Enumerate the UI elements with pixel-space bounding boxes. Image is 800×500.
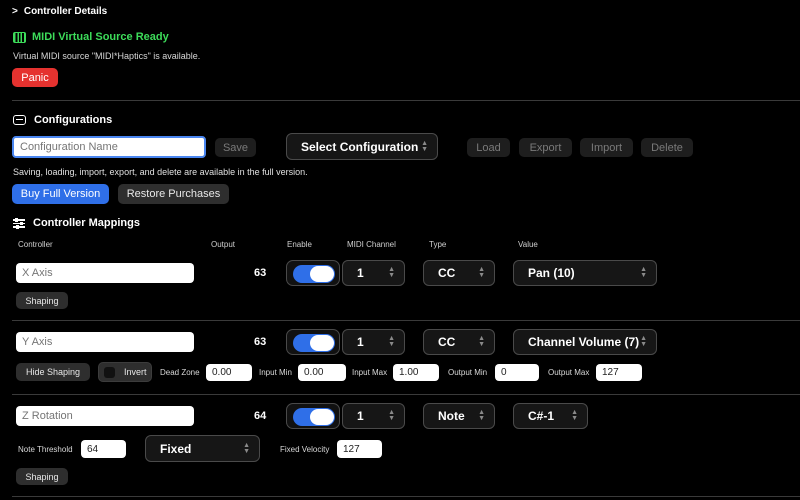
column-header-value: Value bbox=[518, 240, 538, 249]
chevron-up-down-icon: ▲ ▼ bbox=[388, 335, 395, 348]
velocity-mode-dropdown[interactable]: Fixed ▲ ▼ bbox=[145, 435, 260, 462]
divider bbox=[12, 100, 800, 101]
output-value: 64 bbox=[254, 410, 267, 422]
invert-label: Invert bbox=[124, 367, 147, 377]
note-threshold-field[interactable] bbox=[81, 440, 126, 458]
type-dropdown[interactable]: Note ▲ ▼ bbox=[423, 403, 495, 429]
controller-name-input[interactable] bbox=[16, 406, 194, 426]
chevron-up-down-icon: ▲ ▼ bbox=[388, 409, 395, 422]
chevron-up-down-icon: ▲ ▼ bbox=[478, 266, 485, 279]
shaping-button[interactable]: Shaping bbox=[16, 292, 68, 309]
invert-checkbox[interactable] bbox=[104, 366, 115, 378]
value-dropdown[interactable]: Pan (10) ▲ ▼ bbox=[513, 260, 657, 286]
chevron-up-down-icon: ▲ ▼ bbox=[421, 139, 428, 153]
divider bbox=[12, 394, 800, 395]
midi-channel-dropdown[interactable]: 1 ▲ ▼ bbox=[342, 329, 405, 355]
chevron-right-icon: > bbox=[12, 6, 18, 17]
output-max-label: Output Max bbox=[548, 368, 590, 377]
output-max-field[interactable] bbox=[596, 364, 642, 381]
input-min-label: Input Min bbox=[259, 368, 292, 377]
import-button[interactable]: Import bbox=[580, 138, 633, 157]
chevron-up-down-icon: ▲ ▼ bbox=[243, 441, 250, 455]
column-header-type: Type bbox=[429, 240, 447, 249]
panic-button[interactable]: Panic bbox=[12, 68, 58, 87]
chevron-up-down-icon: ▲ ▼ bbox=[640, 266, 647, 279]
sliders-icon bbox=[13, 218, 25, 229]
midi-status: MIDI Virtual Source Ready bbox=[13, 31, 169, 43]
select-configuration-dropdown[interactable]: Select Configuration ▲ ▼ bbox=[286, 133, 438, 160]
invert-toggle-button[interactable]: Invert bbox=[98, 362, 152, 382]
delete-button[interactable]: Delete bbox=[641, 138, 693, 157]
column-header-output: Output bbox=[211, 240, 236, 249]
configurations-title: Configurations bbox=[34, 114, 113, 126]
export-button[interactable]: Export bbox=[519, 138, 572, 157]
midi-channel-dropdown[interactable]: 1 ▲ ▼ bbox=[342, 260, 405, 286]
column-header-enable: Enable bbox=[287, 240, 312, 249]
midi-status-text: MIDI Virtual Source Ready bbox=[32, 31, 169, 43]
chevron-up-down-icon: ▲ ▼ bbox=[478, 409, 485, 422]
chevron-up-down-icon: ▲ ▼ bbox=[388, 266, 395, 279]
output-value: 63 bbox=[254, 267, 267, 279]
value-dropdown[interactable]: Channel Volume (7) ▲ ▼ bbox=[513, 329, 657, 355]
enable-toggle[interactable] bbox=[286, 260, 340, 286]
controller-mappings-header: Controller Mappings bbox=[13, 217, 140, 229]
shaping-button[interactable]: Shaping bbox=[16, 468, 68, 485]
piano-icon bbox=[13, 31, 26, 43]
controller-details-disclosure[interactable]: > Controller Details bbox=[12, 6, 107, 17]
input-max-field[interactable] bbox=[393, 364, 439, 381]
controller-details-label: Controller Details bbox=[23, 6, 108, 17]
buy-full-version-button[interactable]: Buy Full Version bbox=[12, 184, 109, 204]
type-dropdown[interactable]: CC ▲ ▼ bbox=[423, 260, 495, 286]
column-header-midi-channel: MIDI Channel bbox=[347, 240, 396, 249]
controller-name-input[interactable] bbox=[16, 332, 194, 352]
note-value-dropdown[interactable]: C#-1 ▲ ▼ bbox=[513, 403, 588, 429]
enable-toggle[interactable] bbox=[286, 329, 340, 355]
chevron-up-down-icon: ▲ ▼ bbox=[571, 409, 578, 422]
type-dropdown[interactable]: CC ▲ ▼ bbox=[423, 329, 495, 355]
fixed-velocity-label: Fixed Velocity bbox=[280, 445, 330, 454]
fixed-velocity-field[interactable] bbox=[337, 440, 382, 458]
input-max-label: Input Max bbox=[352, 368, 388, 377]
midi-info-text: Virtual MIDI source "MIDI*Haptics" is av… bbox=[13, 51, 201, 61]
divider bbox=[12, 496, 800, 497]
controller-name-input[interactable] bbox=[16, 263, 194, 283]
output-min-field[interactable] bbox=[495, 364, 539, 381]
chevron-up-down-icon: ▲ ▼ bbox=[478, 335, 485, 348]
input-min-field[interactable] bbox=[298, 364, 346, 381]
drive-icon bbox=[13, 115, 26, 125]
midi-channel-dropdown[interactable]: 1 ▲ ▼ bbox=[342, 403, 405, 429]
select-configuration-label: Select Configuration bbox=[301, 139, 419, 154]
save-button[interactable]: Save bbox=[215, 138, 256, 157]
enable-toggle[interactable] bbox=[286, 403, 340, 429]
load-button[interactable]: Load bbox=[467, 138, 510, 157]
divider bbox=[12, 320, 800, 321]
output-value: 63 bbox=[254, 336, 267, 348]
chevron-up-down-icon: ▲ ▼ bbox=[640, 335, 647, 348]
output-min-label: Output Min bbox=[448, 368, 488, 377]
full-version-notice: Saving, loading, import, export, and del… bbox=[13, 167, 308, 177]
restore-purchases-button[interactable]: Restore Purchases bbox=[118, 184, 229, 204]
dead-zone-field[interactable] bbox=[206, 364, 252, 381]
configurations-header: Configurations bbox=[13, 114, 112, 126]
note-threshold-label: Note Threshold bbox=[18, 445, 73, 454]
hide-shaping-button[interactable]: Hide Shaping bbox=[16, 363, 90, 381]
configuration-name-input[interactable] bbox=[12, 136, 206, 158]
controller-mappings-title: Controller Mappings bbox=[33, 217, 140, 229]
dead-zone-label: Dead Zone bbox=[160, 368, 200, 377]
column-header-controller: Controller bbox=[18, 240, 53, 249]
